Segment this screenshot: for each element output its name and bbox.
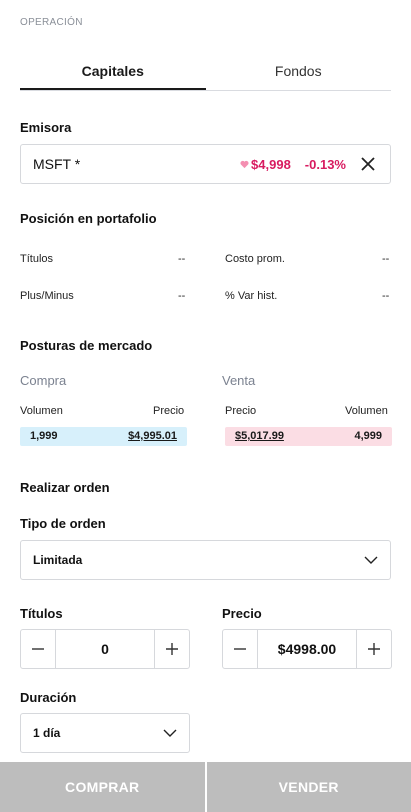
portfolio-costo-label: Costo prom.: [225, 253, 285, 265]
precio-label: Precio: [222, 606, 262, 621]
venta-precio-header: Precio: [225, 405, 257, 417]
portfolio-title: Posición en portafolio: [20, 211, 157, 226]
close-icon[interactable]: [358, 154, 378, 174]
emisora-label: Emisora: [20, 120, 72, 135]
portfolio-var-label: % Var hist.: [225, 290, 278, 302]
emisora-change: -0.13%: [304, 156, 346, 172]
order-title: Realizar orden: [20, 480, 110, 495]
bid-volume: 1,999: [30, 430, 58, 442]
emisora-ticker: MSFT *: [33, 156, 81, 172]
plus-icon: [368, 643, 380, 655]
tab-fondos[interactable]: Fondos: [206, 52, 392, 90]
comprar-button[interactable]: COMPRAR: [0, 762, 205, 812]
titulos-stepper: 0: [20, 629, 190, 669]
compra-precio-header: Precio: [153, 405, 185, 417]
portfolio-titulos-label: Títulos: [20, 253, 54, 265]
precio-stepper: $4998.00: [222, 629, 392, 669]
tipo-orden-value: Limitada: [33, 553, 83, 567]
venta-volumen-header: Volumen: [345, 405, 388, 417]
plus-icon: [166, 643, 178, 655]
minus-icon: [32, 648, 44, 650]
portfolio-costo-value: --: [382, 253, 390, 265]
ask-price[interactable]: $5,017.99: [235, 430, 284, 442]
market-title: Posturas de mercado: [20, 338, 153, 353]
tipo-orden-select[interactable]: Limitada: [20, 540, 391, 580]
tabs: Capitales Fondos: [20, 52, 391, 91]
titulos-label: Títulos: [20, 606, 63, 621]
precio-increment-button[interactable]: [356, 630, 391, 668]
minus-icon: [234, 648, 246, 650]
footer-actions: COMPRAR VENDER: [0, 762, 411, 812]
portfolio-plusminus-value: --: [178, 290, 186, 302]
bid-price[interactable]: $4,995.01: [128, 430, 177, 442]
emisora-price-value: $4,998: [251, 156, 291, 172]
duracion-value: 1 día: [33, 726, 61, 740]
titulos-increment-button[interactable]: [154, 630, 189, 668]
emisora-price: $4,998: [240, 157, 291, 172]
chevron-down-icon: [163, 729, 177, 737]
bid-row: 1,999 $4,995.01: [20, 427, 187, 446]
portfolio-titulos-value: --: [178, 253, 186, 265]
titulos-decrement-button[interactable]: [21, 630, 56, 668]
chevron-down-icon: [364, 556, 378, 564]
compra-label: Compra: [20, 373, 67, 388]
precio-value[interactable]: $4998.00: [258, 630, 356, 668]
ask-volume: 4,999: [354, 430, 382, 442]
tipo-orden-label: Tipo de orden: [20, 516, 106, 531]
emisora-field[interactable]: MSFT * $4,998 -0.13%: [20, 144, 391, 184]
section-label: OPERACIÓN: [20, 17, 83, 28]
portfolio-plusminus-label: Plus/Minus: [20, 290, 74, 302]
titulos-value[interactable]: 0: [56, 630, 154, 668]
duracion-select[interactable]: 1 día: [20, 713, 190, 753]
vender-button[interactable]: VENDER: [206, 762, 411, 812]
tab-capitales[interactable]: Capitales: [20, 52, 206, 90]
venta-label: Venta: [222, 373, 256, 388]
compra-volumen-header: Volumen: [20, 405, 63, 417]
portfolio-var-value: --: [382, 290, 390, 302]
precio-decrement-button[interactable]: [223, 630, 258, 668]
duracion-label: Duración: [20, 690, 77, 705]
heart-icon: [240, 160, 249, 168]
ask-row: $5,017.99 4,999: [225, 427, 392, 446]
